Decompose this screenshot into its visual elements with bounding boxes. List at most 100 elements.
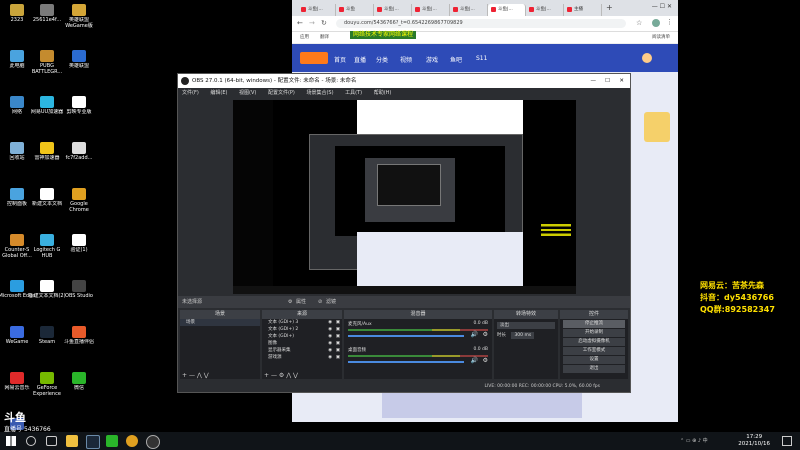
browser-tab[interactable]: 主播 [564,4,602,16]
filters-button[interactable]: 滤镜 [326,296,336,308]
menu-profile[interactable]: 配置文件(P) [268,90,295,96]
url-input[interactable]: douyu.com/5436766?_t=0.6542269867709829 [336,19,626,28]
speaker-icon[interactable]: 🔊 [471,357,478,364]
desktop-icon[interactable]: fc7f2add... [60,142,98,161]
properties-button[interactable]: 属性 [296,296,306,308]
lock-icon[interactable]: ▣ [336,340,340,347]
minimize-icon[interactable]: — [591,74,597,88]
source-item[interactable]: 显示器采集 ◉ ▣ [262,347,342,354]
clock[interactable]: 17:29 2021/10/16 [738,434,770,448]
filter-icon[interactable]: ⊘ [318,296,322,308]
studio-mode-button[interactable]: 工作室模式 [563,347,625,355]
source-item[interactable]: 文本 (GDI+) ◉ ▣ [262,333,342,340]
eye-icon[interactable]: ◉ [328,333,332,340]
source-item[interactable]: 图像 ◉ ▣ [262,340,342,347]
wechat-icon[interactable] [106,435,118,447]
desktop-icon[interactable]: Google Chrome [60,188,98,213]
start-virtual-camera-button[interactable]: 启动虚拟摄像机 [563,338,625,346]
browser-tab[interactable]: 斗鱼|... [488,4,526,16]
add-icon[interactable]: + [182,372,187,379]
desktop-icon[interactable]: 微信 [60,372,98,391]
gear-icon[interactable]: ⚙ [483,357,488,364]
new-tab-icon[interactable]: + [606,3,613,12]
remove-icon[interactable]: — [189,372,195,379]
desktop-icon[interactable]: 剪映专业版 [60,96,98,115]
up-icon[interactable]: ⋀ [197,372,202,379]
menu-edit[interactable]: 编辑(E) [210,90,227,96]
menu-tools[interactable]: 工具(T) [345,90,362,96]
forward-icon[interactable]: → [309,19,315,27]
back-icon[interactable]: ← [297,19,303,27]
steam-icon[interactable] [86,435,100,449]
transition-select[interactable]: 淡出 [497,322,555,329]
nav-home[interactable]: 首页 [334,55,346,64]
exit-button[interactable]: 退出 [563,365,625,373]
obs-preview[interactable] [233,100,576,294]
close-icon[interactable]: ✕ [619,74,624,88]
nav-yuba[interactable]: 鱼吧 [450,55,462,64]
nav-game[interactable]: 游戏 [426,55,438,64]
nav-live[interactable]: 直播 [354,55,366,64]
up-icon[interactable]: ⋀ [286,372,291,379]
bookmark-translate[interactable]: 翻译 [320,32,329,43]
menu-file[interactable]: 文件(F) [182,90,199,96]
down-icon[interactable]: ⋁ [293,372,298,379]
menu-scene-collection[interactable]: 场景集合(S) [306,90,333,96]
desktop-icon[interactable]: 验证(1) [60,234,98,253]
chrome-icon[interactable] [126,435,138,447]
eye-icon[interactable]: ◉ [328,340,332,347]
gear-icon[interactable]: ⚙ [288,296,292,308]
side-ad-badge[interactable] [644,112,670,142]
volume-slider[interactable] [348,335,464,337]
desktop-icon[interactable]: OBS Studio [60,280,98,299]
window-controls[interactable]: — ☐ ✕ [652,3,672,10]
source-item[interactable]: 游戏源 ◉ ▣ [262,354,342,361]
tray-icons[interactable]: ⌃ ▭ ⊕ ♪ 中 [680,437,730,445]
start-icon[interactable] [6,436,16,446]
bookmark-apps[interactable]: 应用 [300,32,309,43]
menu-icon[interactable]: ⋮ [666,18,673,26]
desktop-icon[interactable]: 斗鱼直播伴侣 [60,326,98,345]
lock-icon[interactable]: ▣ [336,354,340,361]
menu-help[interactable]: 帮助(H) [374,90,392,96]
speaker-icon[interactable]: 🔊 [471,331,478,338]
stop-streaming-button[interactable]: 停止推流 [563,320,625,328]
star-icon[interactable]: ☆ [636,19,642,27]
add-icon[interactable]: + [264,372,269,379]
maximize-icon[interactable]: ☐ [605,74,610,88]
source-item[interactable]: 文本 (GDI+) 2 ◉ ▣ [262,326,342,333]
douyu-logo[interactable] [300,52,328,64]
lock-icon[interactable]: ▣ [336,333,340,340]
browser-tab[interactable]: 斗鱼|... [526,4,564,16]
scene-item[interactable]: 场景 [180,319,260,326]
nav-category[interactable]: 分类 [376,55,388,64]
settings-button[interactable]: 设置 [563,356,625,364]
notification-icon[interactable] [782,436,792,446]
file-explorer-icon[interactable] [66,435,78,447]
menu-view[interactable]: 视图(V) [239,90,256,96]
gear-icon[interactable]: ⚙ [483,331,488,338]
browser-tab[interactable]: 斗鱼|... [298,4,336,16]
obs-icon[interactable] [146,435,160,449]
reload-icon[interactable]: ↻ [321,19,327,27]
eye-icon[interactable]: ◉ [328,319,332,326]
lock-icon[interactable]: ▣ [336,347,340,354]
lock-icon[interactable]: ▣ [336,326,340,333]
start-recording-button[interactable]: 开始录制 [563,329,625,337]
user-avatar[interactable] [642,53,652,63]
search-icon[interactable] [26,436,36,446]
volume-slider[interactable] [348,361,464,363]
desktop-icon[interactable]: 英雄联盟WeGame版 [60,4,98,29]
eye-icon[interactable]: ◉ [328,326,332,333]
remove-icon[interactable]: — [271,372,277,379]
source-item[interactable]: 文本 (GDI+) 3 ◉ ▣ [262,319,342,326]
eye-icon[interactable]: ◉ [328,354,332,361]
browser-tab[interactable]: 斗鱼 [336,4,374,16]
gear-icon[interactable]: ⚙ [279,372,284,379]
nav-s11[interactable]: S11 [476,55,487,62]
eye-icon[interactable]: ◉ [328,347,332,354]
bookmark-reading-list[interactable]: 阅读清单 [652,32,670,43]
duration-input[interactable]: 300 ms [511,332,535,339]
down-icon[interactable]: ⋁ [204,372,209,379]
browser-tab[interactable]: 斗鱼|... [412,4,450,16]
